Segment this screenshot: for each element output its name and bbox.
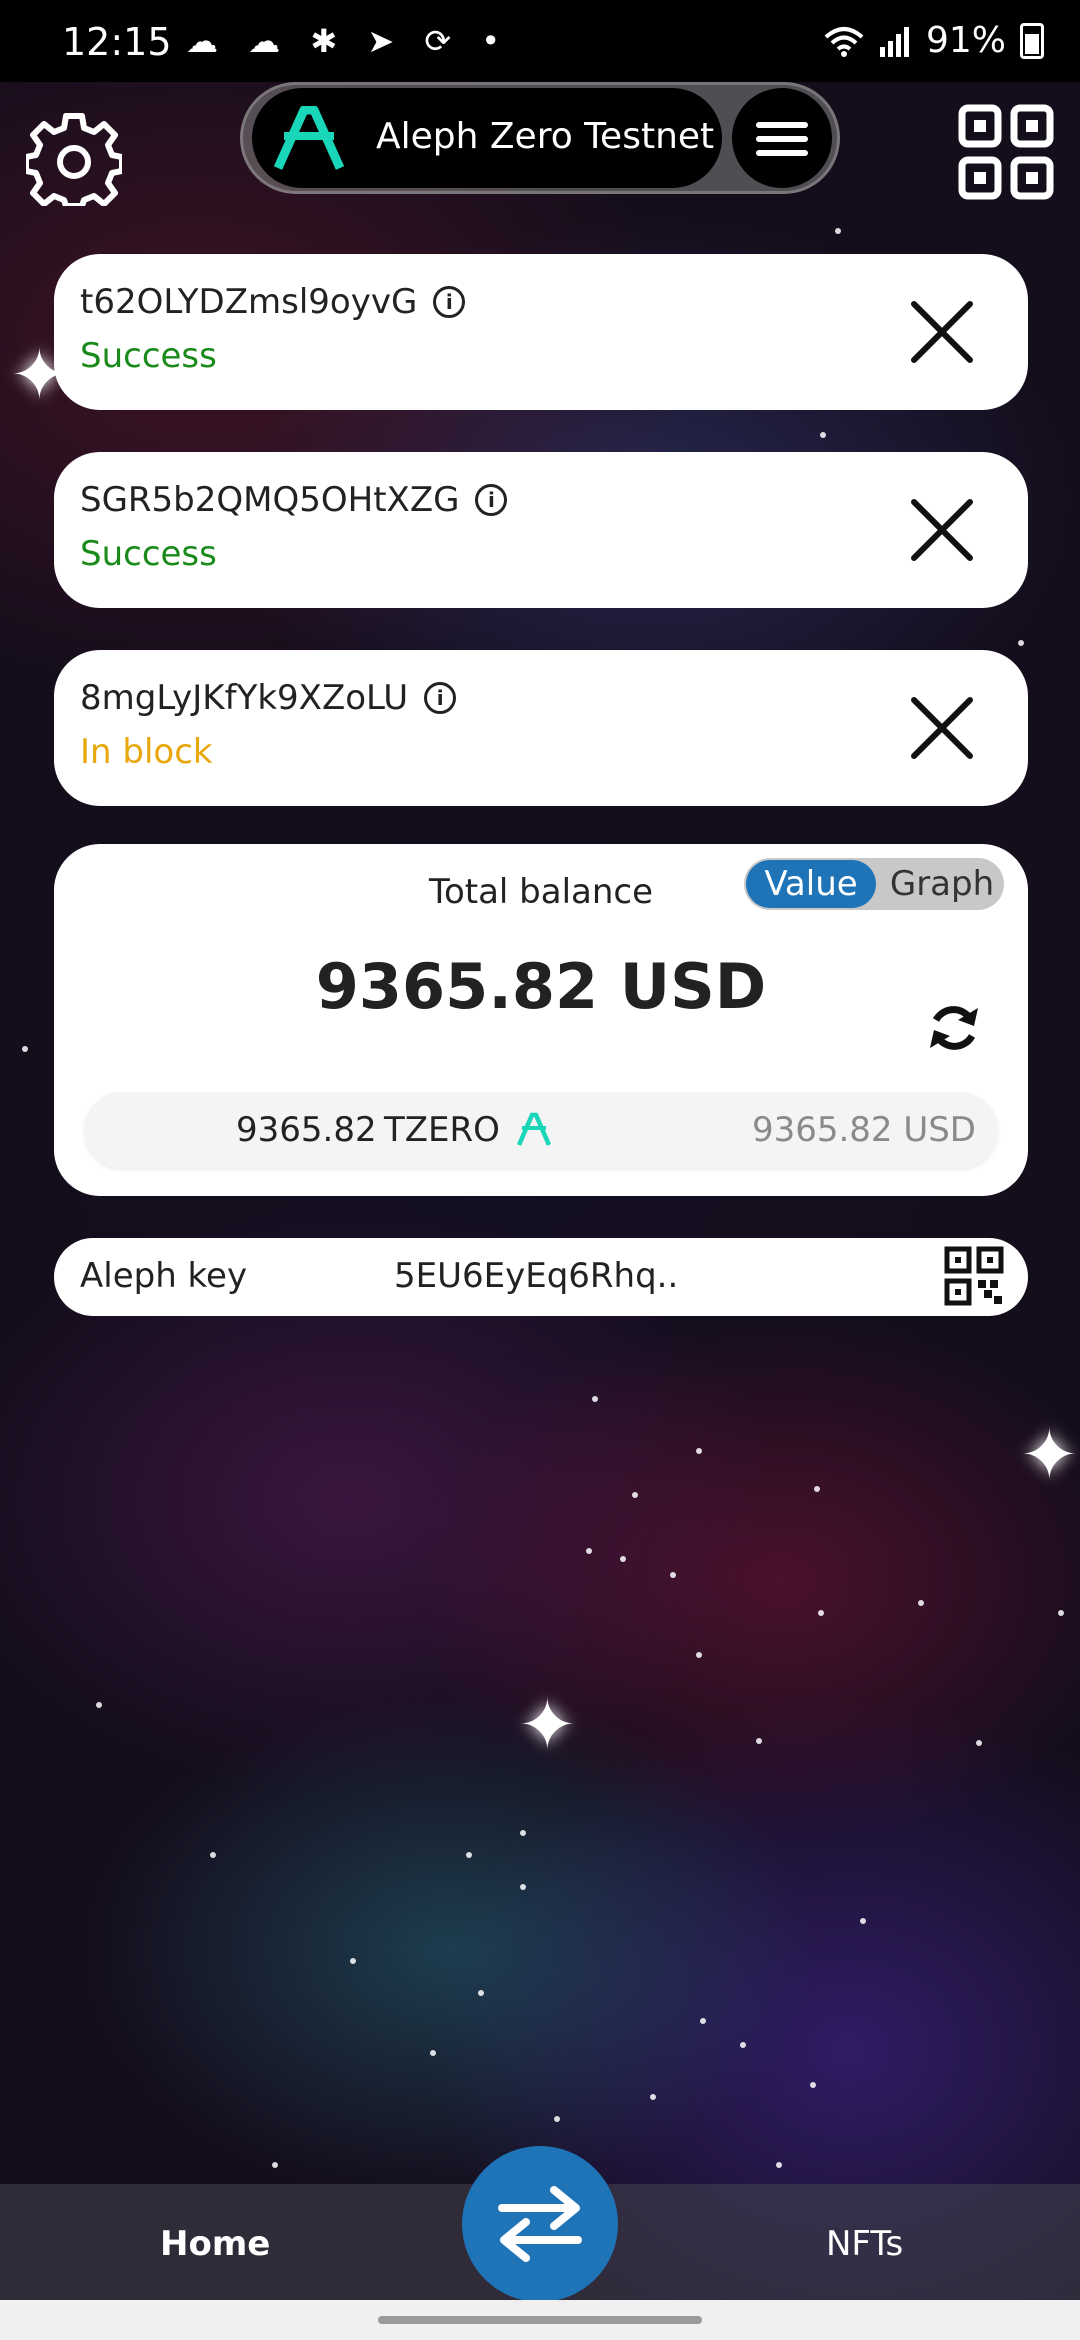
nav-nfts-tab[interactable]: NFTs	[826, 2224, 903, 2264]
signal-icon	[879, 26, 909, 57]
status-right: 91%	[824, 20, 1044, 61]
info-icon[interactable]: i	[433, 286, 466, 318]
key-value[interactable]: 5EU6EyEq6Rhq..	[394, 1256, 678, 1296]
key-label: Aleph key	[80, 1256, 248, 1296]
transaction-status: Success	[80, 336, 217, 376]
close-icon[interactable]	[908, 694, 976, 762]
transaction-id-row: t62OLYDZmsl9oyvG i	[80, 282, 466, 322]
qr-scan-icon[interactable]	[958, 104, 1054, 200]
aleph-zero-logo-icon	[274, 106, 344, 170]
balance-card: Total balance Value Graph 9365.82 USD 93…	[54, 844, 1028, 1196]
close-icon[interactable]	[908, 298, 976, 366]
token-amount: 9365.82	[236, 1110, 377, 1150]
network-selector[interactable]: Aleph Zero Testnet	[240, 82, 840, 194]
info-icon[interactable]: i	[475, 484, 508, 516]
transaction-card: 8mgLyJKfYk9XZoLU i In block	[54, 650, 1028, 806]
toggle-graph-option[interactable]: Graph	[880, 860, 1004, 908]
nav-home-tab[interactable]: Home	[160, 2224, 270, 2264]
swap-button[interactable]	[462, 2146, 618, 2302]
settings-gear-icon[interactable]	[26, 110, 122, 206]
transaction-id-row: SGR5b2QMQ5OHtXZG i	[80, 480, 508, 520]
status-time: 12:15	[62, 20, 172, 64]
menu-button[interactable]	[732, 88, 832, 188]
status-bar: 12:15 ☁ ☁ ✱ ➤ ⟳ • 91%	[0, 0, 1080, 82]
battery-percent: 91%	[925, 20, 1006, 61]
notification-icons: ☁ ☁ ✱ ➤ ⟳ •	[186, 22, 511, 60]
gesture-bar	[0, 2300, 1080, 2340]
gesture-handle[interactable]	[378, 2316, 702, 2324]
network-button[interactable]: Aleph Zero Testnet	[252, 88, 722, 188]
refresh-icon[interactable]	[926, 1000, 982, 1056]
info-icon[interactable]: i	[424, 682, 457, 714]
transaction-id: t62OLYDZmsl9oyvG	[80, 282, 418, 322]
transaction-card: SGR5b2QMQ5OHtXZG i Success	[54, 452, 1028, 608]
token-usd-value: 9365.82 USD	[751, 1110, 976, 1150]
transaction-card: t62OLYDZmsl9oyvG i Success	[54, 254, 1028, 410]
transaction-id-row: 8mgLyJKfYk9XZoLU i	[80, 678, 457, 718]
close-icon[interactable]	[908, 496, 976, 564]
transaction-id: SGR5b2QMQ5OHtXZG	[80, 480, 460, 520]
aleph-zero-token-icon	[516, 1112, 552, 1146]
wifi-icon	[824, 26, 864, 57]
qr-code-icon[interactable]	[944, 1246, 1004, 1306]
battery-icon	[1020, 22, 1044, 59]
total-balance-amount: 9365.82 USD	[315, 950, 767, 1023]
aleph-key-card[interactable]: Aleph key 5EU6EyEq6Rhq..	[54, 1238, 1028, 1316]
swap-arrows-icon	[498, 2186, 582, 2262]
transaction-status: In block	[80, 732, 213, 772]
token-row[interactable]: 9365.82 TZERO 9365.82 USD	[84, 1092, 998, 1168]
value-graph-toggle[interactable]: Value Graph	[744, 858, 1004, 910]
token-symbol: TZERO	[384, 1110, 500, 1150]
transaction-id: 8mgLyJKfYk9XZoLU	[80, 678, 409, 718]
transaction-status: Success	[80, 534, 217, 574]
network-name: Aleph Zero Testnet	[376, 116, 715, 157]
toggle-value-option[interactable]: Value	[746, 860, 876, 908]
